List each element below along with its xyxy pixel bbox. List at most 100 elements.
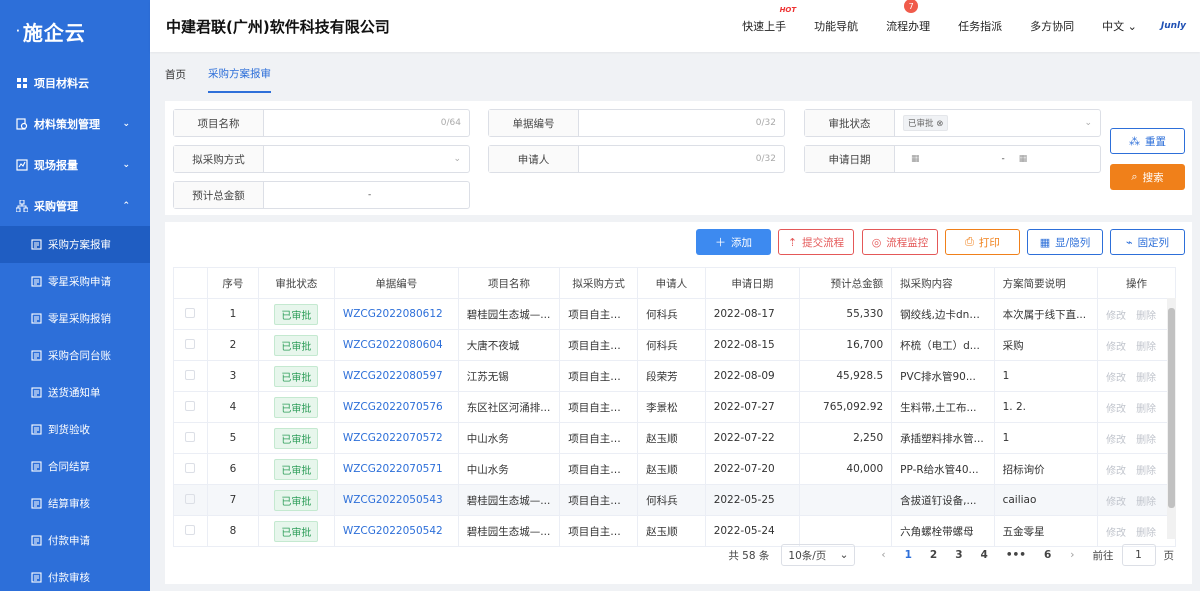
close-icon[interactable]: ⊗	[936, 119, 943, 129]
more-pages[interactable]: •••	[1006, 549, 1026, 561]
column-header[interactable]: 序号	[206, 267, 260, 299]
delete-button[interactable]: 删除	[1136, 342, 1156, 353]
edit-button[interactable]: 修改	[1106, 528, 1126, 539]
delete-button[interactable]: 删除	[1136, 373, 1156, 384]
column-header[interactable]: 申请人	[637, 267, 706, 299]
submit-process-button[interactable]: ⇡ 提交流程	[778, 229, 854, 255]
doc-code-link[interactable]: WZCG2022070572	[333, 422, 459, 454]
prev-page-button[interactable]: ‹	[881, 549, 885, 561]
column-header[interactable]: 审批状态	[258, 267, 335, 299]
row-checkbox[interactable]	[185, 462, 196, 473]
process-monitor-button[interactable]: ◎ 流程监控	[862, 229, 938, 255]
sidebar-subitem[interactable]: 零星采购申请	[0, 263, 150, 300]
row-checkbox[interactable]	[185, 431, 196, 442]
edit-button[interactable]: 修改	[1106, 497, 1126, 508]
table-row[interactable]: 7 已审批 WZCG2022050543 碧桂园生态城—... 项目自主招标 何科兵 202…	[173, 484, 1176, 516]
search-button[interactable]: ⌕ 搜索	[1110, 164, 1185, 190]
reset-button[interactable]: ⁂ 重置	[1110, 128, 1185, 154]
delete-button[interactable]: 删除	[1136, 497, 1156, 508]
applicant-input[interactable]: 0/32	[579, 146, 784, 172]
doc-number-input[interactable]: 0/32	[579, 110, 784, 136]
sidebar-item-material-cloud[interactable]: 项目材料云	[0, 62, 150, 103]
page-number[interactable]: 1	[905, 549, 912, 561]
delete-button[interactable]: 删除	[1136, 311, 1156, 322]
tab-home[interactable]: 首页	[165, 57, 186, 92]
add-button[interactable]: ＋ 添加	[696, 229, 771, 255]
date-range-input[interactable]: ▦ - ▦	[895, 146, 1100, 172]
approval-status-field[interactable]: 审批状态 已审批 ⊗ ⌄	[804, 109, 1101, 137]
doc-code-link[interactable]: WZCG2022050543	[333, 484, 459, 516]
tab-procurement-plan[interactable]: 采购方案报审	[208, 56, 271, 93]
amount-range-input[interactable]: -	[264, 182, 469, 208]
row-checkbox[interactable]	[185, 338, 196, 349]
column-header[interactable]: 单据编号	[333, 267, 459, 299]
sidebar-subitem[interactable]: 合同结算	[0, 448, 150, 485]
doc-number-field[interactable]: 单据编号 0/32	[488, 109, 785, 137]
table-row[interactable]: 6 已审批 WZCG2022070571 中山水务 项目自主询价 赵玉顺 2022-07-2…	[173, 453, 1176, 485]
page-number[interactable]: 6	[1044, 549, 1051, 561]
column-header[interactable]: 申请日期	[704, 267, 800, 299]
calendar-icon[interactable]: ▦	[1019, 154, 1028, 164]
row-checkbox[interactable]	[185, 493, 196, 504]
edit-button[interactable]: 修改	[1106, 311, 1126, 322]
table-row[interactable]: 3 已审批 WZCG2022080597 江苏无锡 项目自主询价 段荣芳 2022-08-0…	[173, 360, 1176, 392]
sidebar-subitem[interactable]: 采购方案报审	[0, 226, 150, 263]
nav-task-assign[interactable]: 任务指派	[944, 18, 1016, 34]
fix-columns-button[interactable]: ⌁ 固定列	[1110, 229, 1185, 255]
doc-code-link[interactable]: WZCG2022080612	[333, 298, 459, 330]
delete-button[interactable]: 删除	[1136, 466, 1156, 477]
print-button[interactable]: ⎙ 打印	[945, 229, 1020, 255]
total-amount-field[interactable]: 预计总金额 -	[173, 181, 470, 209]
applicant-field[interactable]: 申请人 0/32	[488, 145, 785, 173]
purchase-method-select[interactable]: ⌄	[264, 146, 469, 172]
brand-logo[interactable]: · 施企云	[0, 0, 150, 62]
column-header[interactable]: 拟采购方式	[559, 267, 639, 299]
row-checkbox[interactable]	[185, 524, 196, 535]
sidebar-item-site-report[interactable]: 现场报量 ⌄	[0, 144, 150, 185]
row-checkbox[interactable]	[185, 400, 196, 411]
table-row[interactable]: 2 已审批 WZCG2022080604 大唐不夜城 项目自主招标 何科兵 2022-08-…	[173, 329, 1176, 361]
delete-button[interactable]: 删除	[1136, 528, 1156, 539]
edit-button[interactable]: 修改	[1106, 466, 1126, 477]
page-number[interactable]: 2	[930, 549, 937, 561]
sidebar-subitem[interactable]: 结算审核	[0, 485, 150, 522]
purchase-method-field[interactable]: 拟采购方式 ⌄	[173, 145, 470, 173]
doc-code-link[interactable]: WZCG2022080597	[333, 360, 459, 392]
page-number[interactable]: 4	[981, 549, 988, 561]
toggle-columns-button[interactable]: ▦ 显/隐列	[1027, 229, 1103, 255]
nav-function-guide[interactable]: 功能导航	[800, 18, 872, 34]
approval-status-select[interactable]: 已审批 ⊗ ⌄	[895, 110, 1100, 136]
language-select[interactable]: 中文 ⌄	[1088, 18, 1151, 34]
sidebar-subitem[interactable]: 付款申请	[0, 522, 150, 559]
apply-date-field[interactable]: 申请日期 ▦ - ▦	[804, 145, 1101, 173]
doc-code-link[interactable]: WZCG2022080604	[333, 329, 459, 361]
row-checkbox[interactable]	[185, 307, 196, 318]
sidebar-subitem[interactable]: 到货验收	[0, 411, 150, 448]
column-header[interactable]: 拟采购内容	[891, 267, 995, 299]
page-size-select[interactable]: 10条/页 ⌄	[781, 544, 856, 566]
row-checkbox[interactable]	[185, 369, 196, 380]
edit-button[interactable]: 修改	[1106, 373, 1126, 384]
column-header[interactable]: 预计总金额	[798, 267, 893, 299]
sidebar-subitem[interactable]: 零星采购报销	[0, 300, 150, 337]
sidebar-subitem[interactable]: 采购合同台账	[0, 337, 150, 374]
table-row[interactable]: 5 已审批 WZCG2022070572 中山水务 项目自主询价 赵玉顺 2022-07-2…	[173, 422, 1176, 454]
nav-quick-start[interactable]: HOT 快速上手	[728, 6, 800, 34]
sidebar-item-material-planning[interactable]: 材料策划管理 ⌄	[0, 103, 150, 144]
delete-button[interactable]: 删除	[1136, 404, 1156, 415]
page-jump-input[interactable]: 1	[1121, 544, 1156, 566]
project-name-field[interactable]: 项目名称 0/64	[173, 109, 470, 137]
table-row[interactable]: 4 已审批 WZCG2022070576 东区社区河涌排... 项目自主招标 李景松 202…	[173, 391, 1176, 423]
calendar-icon[interactable]: ▦	[911, 154, 920, 164]
column-header[interactable]: 项目名称	[457, 267, 561, 299]
delete-button[interactable]: 删除	[1136, 435, 1156, 446]
sidebar-subitem[interactable]: 付款审核	[0, 559, 150, 591]
nav-process[interactable]: 7 流程办理	[872, 0, 944, 34]
column-header[interactable]: 方案简要说明	[993, 267, 1099, 299]
doc-code-link[interactable]: WZCG2022070576	[333, 391, 459, 423]
edit-button[interactable]: 修改	[1106, 404, 1126, 415]
status-tag[interactable]: 已审批 ⊗	[903, 115, 949, 131]
table-row[interactable]: 1 已审批 WZCG2022080612 碧桂园生态城—... 项目自主招标 何科兵 202…	[173, 298, 1176, 330]
project-name-input[interactable]: 0/64	[264, 110, 469, 136]
edit-button[interactable]: 修改	[1106, 435, 1126, 446]
